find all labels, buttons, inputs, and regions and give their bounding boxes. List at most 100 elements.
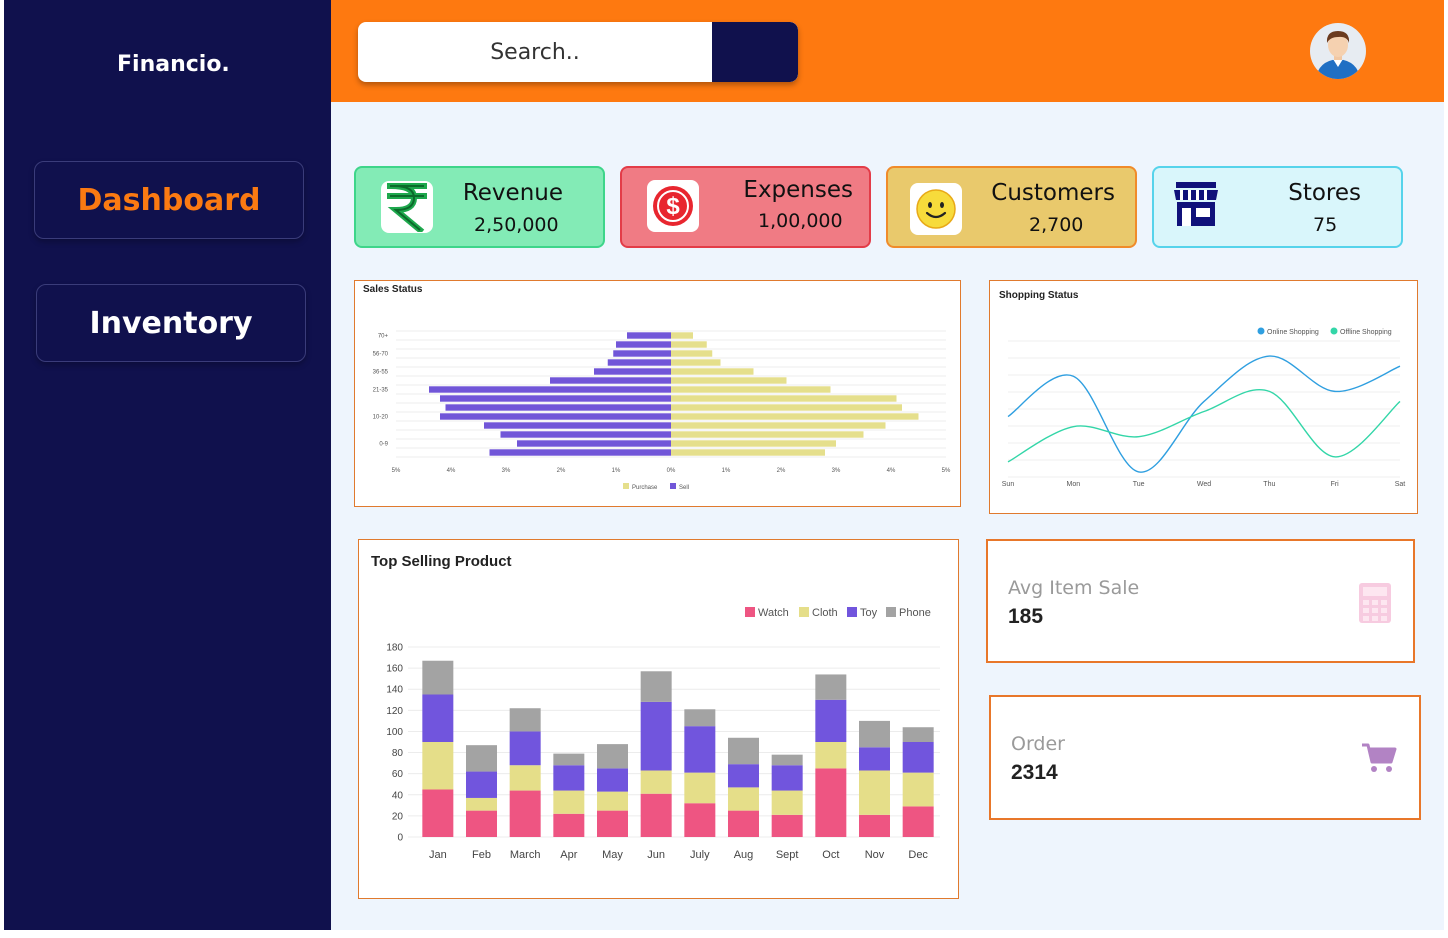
x-tick-label: Sun [1002, 481, 1015, 488]
legend-label: Sell [679, 485, 689, 491]
y-tick-label: 36-55 [373, 370, 389, 376]
stores-card[interactable]: Stores 75 [1152, 166, 1403, 248]
card-value: 1,00,000 [758, 210, 843, 232]
x-tick-label: Jan [429, 849, 447, 861]
x-tick-label: 0% [667, 468, 676, 474]
y-tick-label: 40 [392, 790, 404, 801]
sidebar: Financio. Dashboard Inventory [4, 0, 331, 930]
bar-phone [771, 754, 803, 766]
bar-cloth [728, 787, 759, 811]
order-card[interactable]: Order 2314 [989, 695, 1421, 820]
bar-phone [509, 708, 541, 732]
card-title: Customers [991, 180, 1115, 206]
bar-watch [466, 810, 497, 837]
bar-phone [902, 727, 934, 742]
bar-watch [597, 810, 628, 837]
bar-sell [440, 395, 671, 402]
y-tick-label: 140 [386, 685, 403, 696]
search-box [358, 22, 798, 82]
bar-cloth [466, 797, 497, 811]
sidebar-item-inventory[interactable]: Inventory [36, 284, 306, 362]
y-tick-label: 180 [386, 643, 403, 654]
y-tick-label: 70+ [378, 334, 389, 340]
smiley-icon [910, 183, 962, 235]
bar-phone [553, 753, 585, 766]
bar-toy [859, 747, 890, 771]
bar-sell [616, 341, 671, 348]
bar-purchase [671, 395, 897, 402]
brand-logo: Financio. [117, 52, 230, 77]
x-tick-label: 5% [392, 468, 401, 474]
x-tick-label: 3% [832, 468, 841, 474]
bar-phone [815, 674, 847, 700]
bar-watch [815, 768, 847, 837]
bar-purchase [671, 350, 713, 357]
revenue-card[interactable]: Revenue 2,50,000 [354, 166, 605, 248]
bar-cloth [640, 770, 672, 794]
legend-swatch [886, 607, 896, 617]
bar-watch [859, 814, 890, 837]
bar-cloth [509, 765, 541, 791]
bar-sell [484, 422, 671, 429]
bar-cloth [815, 742, 847, 769]
avg-item-sale-card[interactable]: Avg Item Sale 185 [986, 539, 1415, 663]
bar-sell [440, 413, 671, 420]
legend-label: Toy [860, 607, 878, 619]
bar-phone [640, 671, 672, 702]
x-tick-label: Jun [647, 849, 665, 861]
sidebar-item-dashboard[interactable]: Dashboard [34, 161, 304, 239]
x-tick-label: 1% [722, 468, 731, 474]
kpi-label: Avg Item Sale [1008, 577, 1140, 599]
search-input[interactable] [358, 22, 712, 82]
bar-sell [607, 359, 671, 366]
legend-swatch [1257, 327, 1265, 335]
bar-purchase [671, 431, 864, 438]
x-tick-label: Thu [1263, 481, 1275, 488]
legend-swatch [670, 483, 676, 489]
bar-watch [771, 814, 803, 837]
legend-swatch [799, 607, 809, 617]
bar-sell [500, 431, 671, 438]
x-tick-label: 2% [777, 468, 786, 474]
y-tick-label: 100 [386, 727, 403, 738]
dollar-icon: $ [647, 180, 699, 232]
x-tick-label: Oct [822, 849, 839, 861]
x-tick-label: Sat [1395, 481, 1406, 488]
y-tick-label: 160 [386, 664, 403, 675]
bar-purchase [671, 422, 886, 429]
sales-status-panel: Sales Status 70+ 56-70 36-55 21-35 10-20 0-9 5… [354, 280, 961, 507]
x-tick-label: Tue [1133, 481, 1145, 488]
bar-watch [728, 810, 759, 837]
x-tick-label: 4% [887, 468, 896, 474]
x-tick-label: 1% [612, 468, 621, 474]
bar-sell [517, 440, 671, 447]
bar-sell [594, 368, 671, 375]
x-tick-label: Sept [776, 849, 799, 861]
search-button[interactable] [712, 22, 798, 82]
bar-purchase [671, 440, 836, 447]
bar-purchase [671, 404, 902, 411]
bar-watch [553, 813, 585, 837]
bar-phone [728, 737, 759, 765]
bar-purchase [671, 368, 754, 375]
bar-cloth [597, 791, 628, 811]
bar-toy [771, 765, 803, 791]
bar-cloth [771, 790, 803, 815]
legend-label: Cloth [812, 607, 838, 619]
bar-cloth [684, 772, 716, 804]
legend-swatch [847, 607, 857, 617]
bar-sell [445, 404, 671, 411]
legend-swatch [623, 483, 629, 489]
bar-toy [422, 694, 454, 742]
kpi-label: Order [1011, 733, 1065, 755]
bar-toy [815, 699, 847, 742]
customers-card[interactable]: Customers 2,700 [886, 166, 1137, 248]
legend-label: Offline Shopping [1340, 329, 1392, 336]
store-icon [1170, 178, 1222, 230]
bar-purchase [671, 449, 825, 456]
bar-purchase [671, 413, 919, 420]
expenses-card[interactable]: $ Expenses 1,00,000 [620, 166, 871, 248]
user-avatar-icon[interactable] [1310, 23, 1366, 79]
y-tick-label: 0-9 [379, 442, 388, 448]
bar-watch [509, 790, 541, 837]
